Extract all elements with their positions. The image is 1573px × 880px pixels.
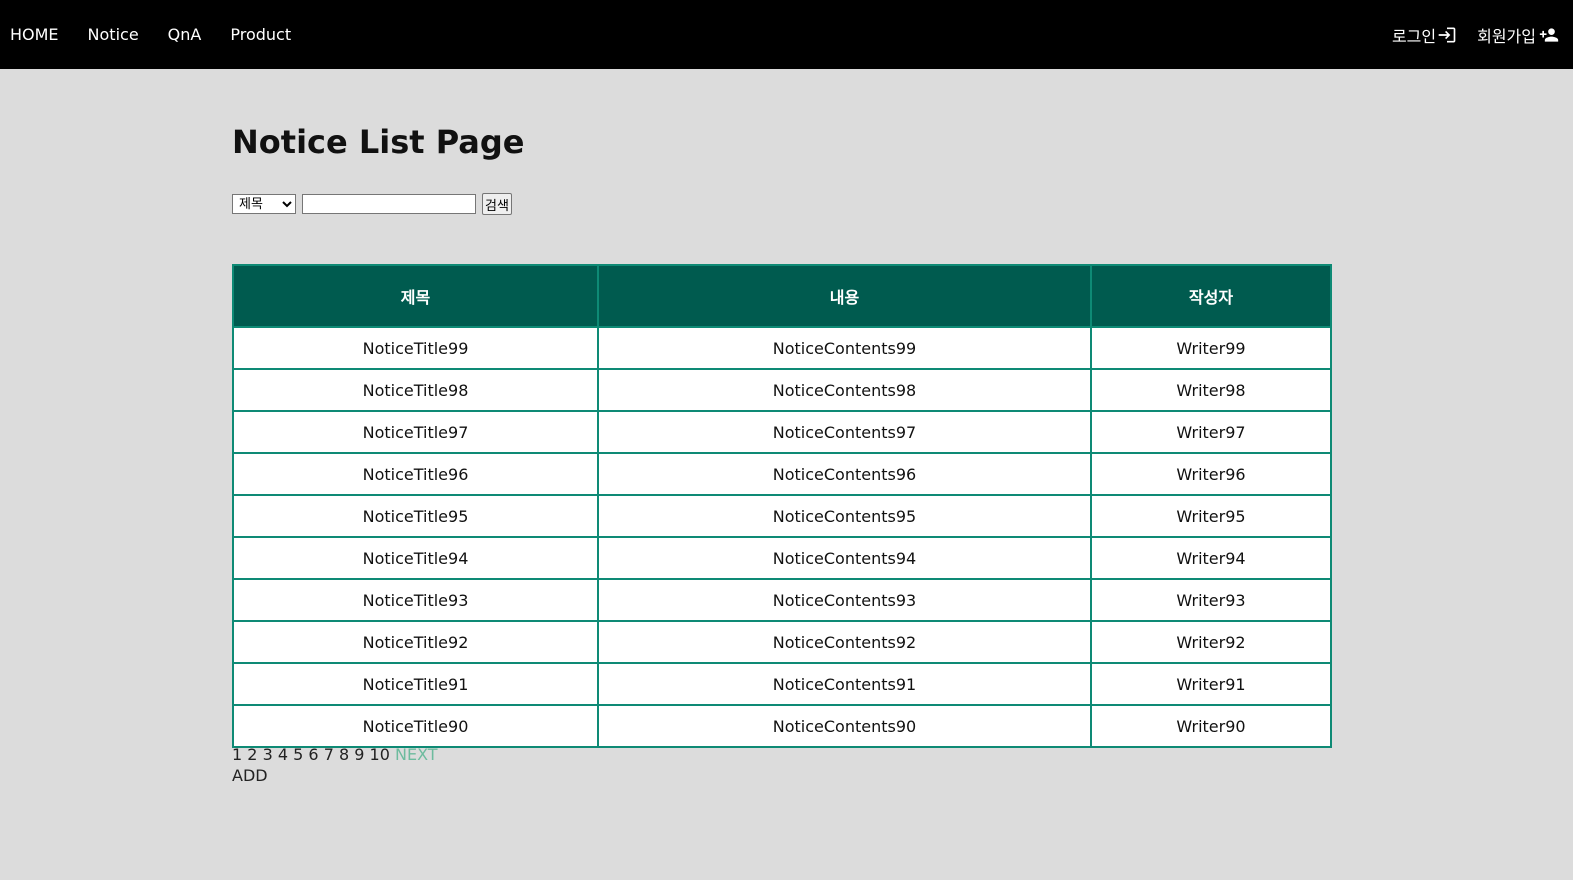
page-title: Notice List Page: [232, 123, 525, 161]
table-row[interactable]: NoticeTitle93 NoticeContents93 Writer93: [232, 578, 1332, 622]
cell-writer: Writer91: [1090, 662, 1332, 706]
cell-writer: Writer94: [1090, 536, 1332, 580]
cell-title[interactable]: NoticeTitle90: [232, 704, 599, 748]
cell-contents: NoticeContents96: [597, 452, 1092, 496]
page-link-4[interactable]: 4: [278, 745, 288, 764]
login-link[interactable]: 로그인: [1392, 23, 1457, 47]
cell-contents: NoticeContents94: [597, 536, 1092, 580]
header-title: 제목: [232, 264, 599, 328]
page-link-1[interactable]: 1: [232, 745, 242, 764]
cell-title[interactable]: NoticeTitle93: [232, 578, 599, 622]
search-button[interactable]: 검색: [482, 193, 512, 215]
header-writer: 작성자: [1090, 264, 1332, 328]
cell-contents: NoticeContents90: [597, 704, 1092, 748]
cell-writer: Writer96: [1090, 452, 1332, 496]
cell-contents: NoticeContents98: [597, 368, 1092, 412]
page-link-9[interactable]: 9: [354, 745, 364, 764]
nav-links: HOME Notice QnA Product: [10, 0, 320, 69]
cell-title[interactable]: NoticeTitle91: [232, 662, 599, 706]
page-link-7[interactable]: 7: [324, 745, 334, 764]
table-row[interactable]: NoticeTitle98 NoticeContents98 Writer98: [232, 368, 1332, 412]
search-input[interactable]: [302, 194, 476, 214]
nav-account: 로그인 회원가입: [1392, 0, 1561, 69]
cell-title[interactable]: NoticeTitle92: [232, 620, 599, 664]
pagination: 1 2 3 4 5 6 7 8 9 10 NEXT: [232, 745, 438, 764]
page-link-10[interactable]: 10: [370, 745, 390, 764]
nav-home-link[interactable]: HOME: [10, 25, 59, 44]
cell-contents: NoticeContents99: [597, 326, 1092, 370]
login-label: 로그인: [1391, 26, 1437, 46]
table-row[interactable]: NoticeTitle90 NoticeContents90 Writer90: [232, 704, 1332, 748]
notice-table: 제목 내용 작성자 NoticeTitle99 NoticeContents99…: [232, 264, 1332, 748]
table-row[interactable]: NoticeTitle92 NoticeContents92 Writer92: [232, 620, 1332, 664]
cell-title[interactable]: NoticeTitle96: [232, 452, 599, 496]
table-row[interactable]: NoticeTitle96 NoticeContents96 Writer96: [232, 452, 1332, 496]
nav-product-link[interactable]: Product: [230, 25, 291, 44]
cell-contents: NoticeContents92: [597, 620, 1092, 664]
join-link[interactable]: 회원가입: [1477, 23, 1561, 47]
nav-notice-link[interactable]: Notice: [88, 25, 139, 44]
next-page-link[interactable]: NEXT: [395, 745, 438, 764]
top-navbar: HOME Notice QnA Product 로그인 회원가입: [0, 0, 1573, 69]
cell-title[interactable]: NoticeTitle95: [232, 494, 599, 538]
cell-contents: NoticeContents91: [597, 662, 1092, 706]
page-link-6[interactable]: 6: [308, 745, 318, 764]
table-row[interactable]: NoticeTitle95 NoticeContents95 Writer95: [232, 494, 1332, 538]
table-row[interactable]: NoticeTitle97 NoticeContents97 Writer97: [232, 410, 1332, 454]
cell-writer: Writer98: [1090, 368, 1332, 412]
cell-title[interactable]: NoticeTitle97: [232, 410, 599, 454]
nav-qna-link[interactable]: QnA: [168, 25, 202, 44]
cell-contents: NoticeContents95: [597, 494, 1092, 538]
table-header-row: 제목 내용 작성자: [232, 264, 1332, 328]
table-row[interactable]: NoticeTitle91 NoticeContents91 Writer91: [232, 662, 1332, 706]
add-link[interactable]: ADD: [232, 766, 268, 785]
cell-writer: Writer92: [1090, 620, 1332, 664]
cell-contents: NoticeContents93: [597, 578, 1092, 622]
cell-title[interactable]: NoticeTitle98: [232, 368, 599, 412]
add-area: ADD: [232, 766, 268, 785]
cell-title[interactable]: NoticeTitle99: [232, 326, 599, 370]
cell-writer: Writer90: [1090, 704, 1332, 748]
table-row[interactable]: NoticeTitle99 NoticeContents99 Writer99: [232, 326, 1332, 370]
page-link-5[interactable]: 5: [293, 745, 303, 764]
page-link-2[interactable]: 2: [247, 745, 257, 764]
search-bar: 제목 검색: [232, 193, 512, 215]
search-kind-select[interactable]: 제목: [232, 194, 296, 214]
cell-writer: Writer95: [1090, 494, 1332, 538]
login-arrow-icon: [1438, 27, 1456, 42]
cell-contents: NoticeContents97: [597, 410, 1092, 454]
page-link-8[interactable]: 8: [339, 745, 349, 764]
cell-writer: Writer93: [1090, 578, 1332, 622]
table-row[interactable]: NoticeTitle94 NoticeContents94 Writer94: [232, 536, 1332, 580]
page-link-3[interactable]: 3: [263, 745, 273, 764]
join-label: 회원가입: [1477, 26, 1536, 46]
header-contents: 내용: [597, 264, 1092, 328]
person-add-icon: [1539, 27, 1559, 42]
cell-writer: Writer99: [1090, 326, 1332, 370]
cell-writer: Writer97: [1090, 410, 1332, 454]
cell-title[interactable]: NoticeTitle94: [232, 536, 599, 580]
